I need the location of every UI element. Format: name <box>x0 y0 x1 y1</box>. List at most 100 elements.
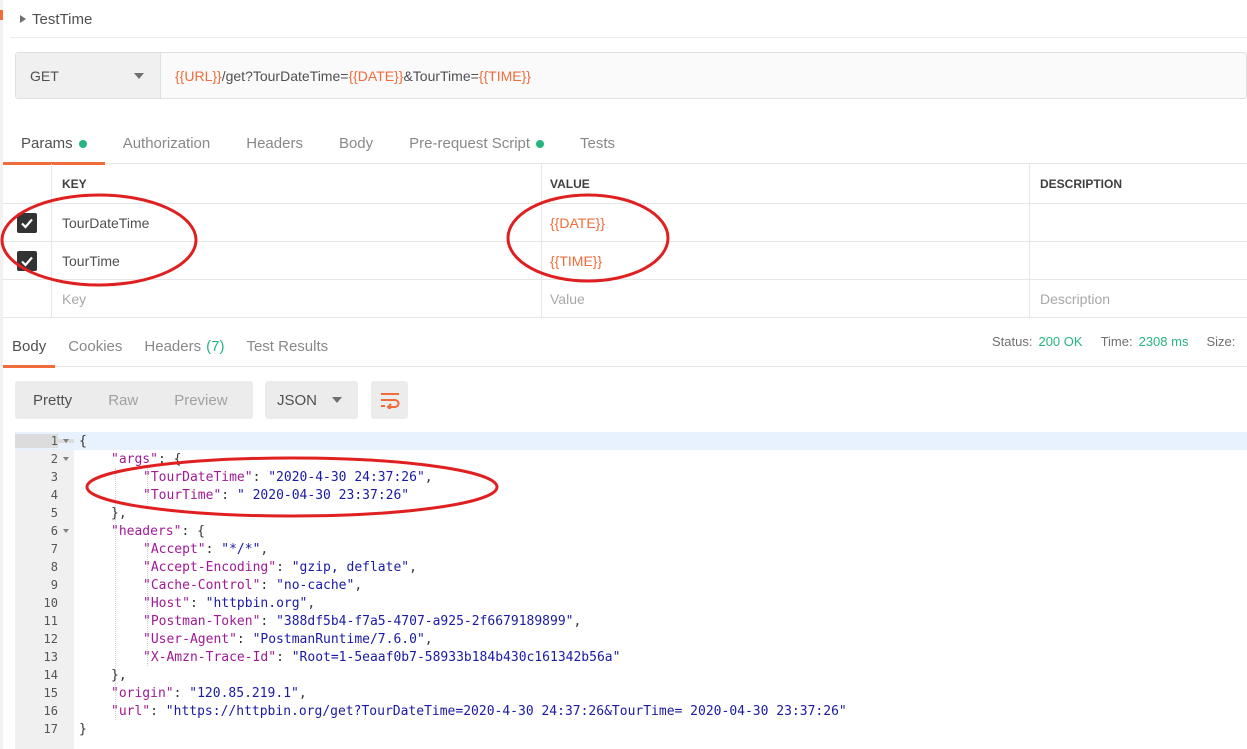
status-label: Status: <box>992 334 1033 349</box>
url-variable: {{URL}} <box>175 67 222 84</box>
code-text: "User-Agent": "PostmanRuntime/7.6.0", <box>74 632 433 647</box>
preview-button[interactable]: Preview <box>156 381 245 419</box>
line-number: 11 <box>43 614 58 628</box>
response-body-editor[interactable]: 1{2 "args": {3 "TourDateTime": "2020-4-30 … <box>15 432 1247 749</box>
json-punct: , <box>573 613 582 629</box>
json-punct: : <box>205 541 222 557</box>
code-line: 2 "args": { <box>15 450 1247 468</box>
code-line: 4 "TourTime": " 2020-04-30 23:37:26" <box>15 486 1247 504</box>
chevron-down-icon <box>332 397 342 403</box>
tab-authorization[interactable]: Authorization <box>105 124 229 164</box>
line-number: 12 <box>43 632 58 646</box>
url-input[interactable]: {{URL}}/get?TourDateTime= {{DATE}} &TourTi… <box>161 53 1246 98</box>
json-punct: : <box>189 595 206 611</box>
fold-caret-icon[interactable] <box>58 439 74 443</box>
json-key: "headers" <box>111 523 182 539</box>
param-checkbox[interactable] <box>17 212 37 233</box>
code-line: 15 "origin": "120.85.219.1", <box>15 684 1247 702</box>
tab-pre-request-script[interactable]: Pre-request Script <box>391 124 562 164</box>
view-mode-segment: Pretty Raw Preview <box>15 381 253 419</box>
tab-cookies[interactable]: Cookies <box>59 326 131 367</box>
check-icon <box>21 256 33 267</box>
tab-body[interactable]: Body <box>321 124 391 164</box>
code-text: "origin": "120.85.219.1", <box>74 686 307 701</box>
wrap-lines-button[interactable] <box>371 381 408 419</box>
param-checkbox[interactable] <box>17 250 37 271</box>
time-value[interactable]: 2308 ms <box>1139 334 1189 349</box>
json-key: "url" <box>111 703 151 719</box>
json-punct: , <box>307 595 316 611</box>
code-text: "Postman-Token": "388df5b4-f7a5-4707-a92… <box>74 614 581 629</box>
url-segment: /get?TourDateTime= <box>221 67 349 84</box>
status-dot-icon <box>78 139 87 148</box>
code-line: 9 "Cache-Control": "no-cache", <box>15 576 1247 594</box>
value-placeholder-input[interactable]: Value <box>542 280 1030 317</box>
param-key[interactable]: TourTime <box>52 242 542 279</box>
param-description[interactable] <box>1030 242 1247 279</box>
fold-caret-icon[interactable] <box>58 457 74 461</box>
pretty-button[interactable]: Pretty <box>15 381 90 419</box>
tab-tests[interactable]: Tests <box>562 124 633 164</box>
tab-label: Headers <box>246 135 303 152</box>
expand-caret-icon[interactable] <box>20 15 26 23</box>
tab-label: Authorization <box>122 135 211 152</box>
code-line: 10 "Host": "httpbin.org", <box>15 594 1247 612</box>
raw-button[interactable]: Raw <box>90 381 156 419</box>
request-name[interactable]: TestTime <box>20 8 92 30</box>
line-number: 9 <box>50 578 58 592</box>
code-text: } <box>74 722 87 737</box>
description-placeholder-input[interactable]: Description <box>1030 280 1247 317</box>
json-punct: : <box>221 487 237 503</box>
checkbox-header <box>3 164 52 203</box>
json-string: "https://httpbin.org/get?TourDateTime=20… <box>165 703 847 719</box>
check-icon <box>21 218 33 229</box>
code-line: 6 "headers": { <box>15 522 1247 540</box>
left-edge-marker <box>0 10 3 20</box>
tab-headers[interactable]: Headers <box>228 124 321 164</box>
time-label: Time: <box>1100 334 1133 349</box>
fold-caret-icon[interactable] <box>58 529 74 533</box>
json-string: "Root=1-5eaaf0b7-58933b184b430c161342b56… <box>291 649 621 665</box>
code-line: 3 "TourDateTime": "2020-4-30 24:37:26", <box>15 468 1247 486</box>
line-number: 3 <box>50 470 58 484</box>
json-key: "Accept" <box>143 541 206 557</box>
json-key: "Cache-Control" <box>143 577 261 593</box>
param-value[interactable]: {{DATE}} <box>542 204 1030 241</box>
method-select[interactable]: GET <box>16 53 161 98</box>
tab-body[interactable]: Body <box>3 326 56 368</box>
json-key: "Postman-Token" <box>143 613 261 629</box>
tab-headers[interactable]: Headers (7) <box>135 326 233 367</box>
json-punct: , <box>260 541 269 557</box>
param-row: TourDateTime {{DATE}} <box>3 204 1247 242</box>
tab-test-results-label: Test Results <box>246 337 329 355</box>
code-line: 16 "url": "https://httpbin.org/get?TourDa… <box>15 702 1247 720</box>
code-text: "TourTime": " 2020-04-30 23:37:26" <box>74 488 409 503</box>
key-placeholder-input[interactable]: Key <box>52 280 542 317</box>
status-dot-icon <box>536 139 545 148</box>
code-text: { <box>74 434 87 449</box>
param-description[interactable] <box>1030 204 1247 241</box>
code-line: 17} <box>15 720 1247 738</box>
code-line: 11 "Postman-Token": "388df5b4-f7a5-4707-a… <box>15 612 1247 630</box>
param-value[interactable]: {{TIME}} <box>542 242 1030 279</box>
request-name-label: TestTime <box>32 10 93 28</box>
code-text: }, <box>74 668 127 683</box>
param-key[interactable]: TourDateTime <box>52 204 542 241</box>
method-label: GET <box>30 67 59 84</box>
json-punct: : <box>252 469 269 485</box>
json-key: "X-Amzn-Trace-Id" <box>143 649 277 665</box>
code-text: "url": "https://httpbin.org/get?TourDate… <box>74 704 847 719</box>
json-key: "Accept-Encoding" <box>143 559 277 575</box>
line-number: 10 <box>43 596 58 610</box>
format-select[interactable]: JSON <box>265 381 358 419</box>
tab-test-results[interactable]: Test Results <box>237 326 337 367</box>
tab-params[interactable]: Params <box>3 124 105 165</box>
json-punct: , <box>298 685 307 701</box>
json-key: "TourDateTime" <box>143 469 253 485</box>
code-text: "TourDateTime": "2020-4-30 24:37:26", <box>74 470 433 485</box>
code-line: 5}, <box>15 504 1247 522</box>
status-value[interactable]: 200 OK <box>1038 334 1082 349</box>
url-bar: GET {{URL}}/get?TourDateTime= {{DATE}} &To… <box>15 52 1247 99</box>
json-punct: , <box>424 469 433 485</box>
json-punct: : { <box>157 451 182 467</box>
